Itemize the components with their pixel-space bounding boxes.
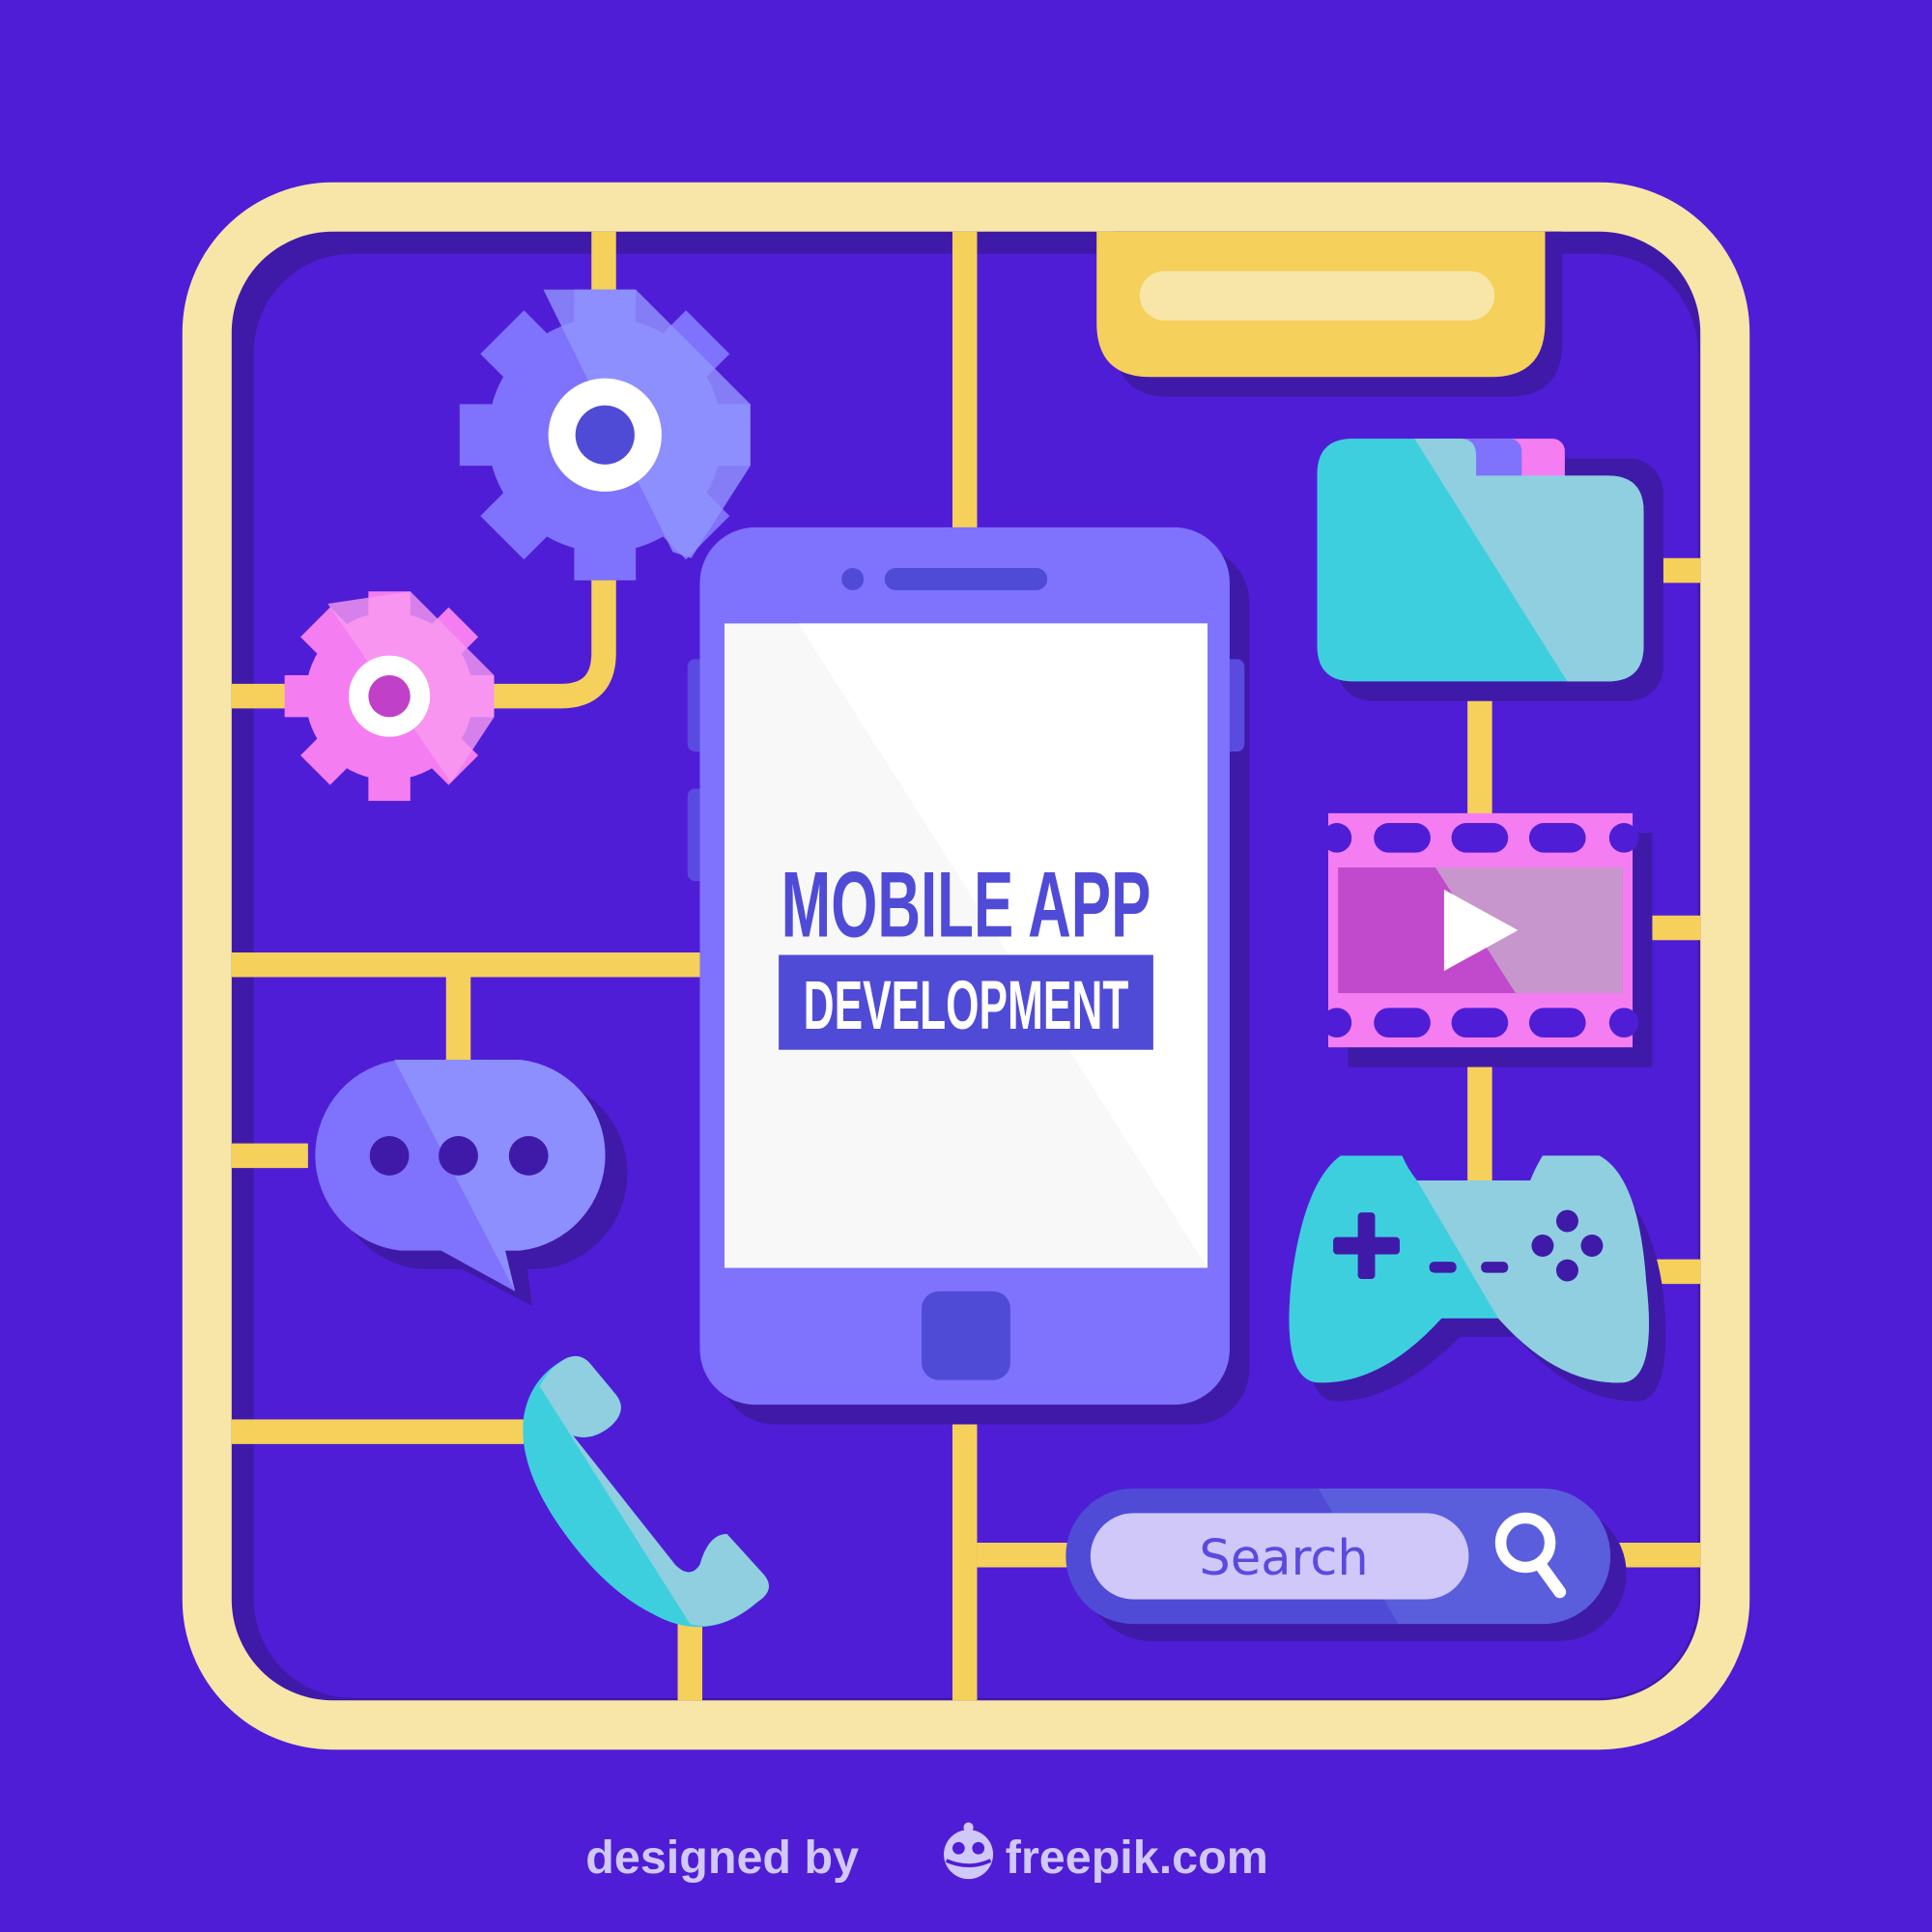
film-play-icon (1321, 812, 1653, 1067)
illustration: MOBILE APP DEVELOPMENT Search designed b… (0, 0, 1932, 1932)
freepik-brand[interactable]: freepik.com (1006, 1832, 1268, 1884)
speaker-grill (884, 568, 1048, 590)
designed-by-label: designed by (585, 1832, 859, 1884)
top-tab-slot (1139, 270, 1495, 321)
title-line-2: DEVELOPMENT (804, 967, 1129, 1044)
illustration-canvas: MOBILE APP DEVELOPMENT Search designed b… (0, 0, 1932, 1932)
front-camera (841, 568, 865, 590)
folder-icon (1317, 439, 1663, 701)
title-line-1: MOBILE APP (781, 851, 1151, 956)
home-button[interactable] (922, 1291, 1010, 1380)
search-placeholder: Search (1199, 1530, 1368, 1587)
mobile-phone: MOBILE APP DEVELOPMENT (687, 526, 1250, 1425)
gear-icon (284, 591, 495, 802)
gear-icon (459, 289, 751, 581)
search-bar[interactable]: Search (1065, 1488, 1627, 1641)
